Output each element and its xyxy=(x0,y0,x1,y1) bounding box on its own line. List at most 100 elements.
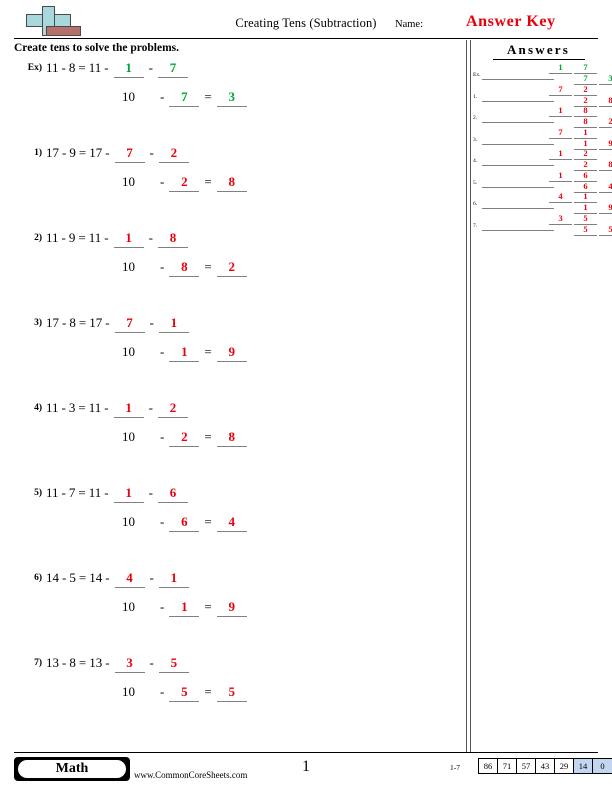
answer-write-line[interactable] xyxy=(482,165,554,166)
problem-equation-line-1: 11-3 = 11-1-2 xyxy=(46,400,190,418)
answer-blank-subtrahend2[interactable]: 1 xyxy=(169,344,200,362)
answer-blank-part2[interactable]: 1 xyxy=(158,315,189,333)
answer-blank-part1[interactable]: 1 xyxy=(113,230,144,248)
problem-item: 2) 11-9 = 11-1-8 10-8 = 2 xyxy=(0,228,460,313)
problem-equation-line-1: 11-7 = 11-1-6 xyxy=(46,485,190,503)
minuend: 11 xyxy=(46,485,59,500)
answers-heading-rule xyxy=(493,59,585,60)
minus-operator: - xyxy=(62,655,67,670)
minuend: 11 xyxy=(46,60,59,75)
ten-value: 10 xyxy=(122,174,135,189)
answer-blank-result[interactable]: 9 xyxy=(216,344,247,362)
answer-blank-part2[interactable]: 1 xyxy=(158,570,189,588)
answer-blank-part2[interactable]: 2 xyxy=(158,145,189,163)
restated-minuend: 11 xyxy=(88,60,102,75)
minuend: 13 xyxy=(46,655,59,670)
answer-blank-result[interactable]: 8 xyxy=(216,429,247,447)
equals-operator: = xyxy=(78,230,86,245)
minus-operator: - xyxy=(160,684,165,699)
answer-row-label: Ex. xyxy=(473,72,481,78)
answer-row-label: 7. xyxy=(473,222,478,229)
problem-number: 3) xyxy=(34,318,42,328)
minus-operator: - xyxy=(105,315,110,330)
answer-write-line[interactable] xyxy=(482,100,554,102)
answer-write-line[interactable] xyxy=(482,143,554,145)
ten-value: 10 xyxy=(122,259,135,274)
grading-scale: 86 71 57 43 29 14 0 xyxy=(478,758,612,774)
answer-blank-result[interactable]: 9 xyxy=(216,599,247,617)
answer-row-label: 1. xyxy=(473,93,478,100)
answer-write-line[interactable] xyxy=(482,79,554,80)
answer-blank-result[interactable]: 4 xyxy=(216,514,247,532)
answer-blank-part1[interactable]: 4 xyxy=(114,570,145,588)
problem-number: 2) xyxy=(34,233,42,243)
answer-blank-subtrahend2[interactable]: 2 xyxy=(169,174,200,192)
minus-operator: - xyxy=(61,60,66,75)
answer-write-line[interactable] xyxy=(482,229,554,231)
answer-blank-subtrahend2[interactable]: 8 xyxy=(169,259,200,277)
answer-blank-result[interactable]: 3 xyxy=(216,89,247,107)
problem-equation-line-1: 11-9 = 11-1-8 xyxy=(46,230,190,248)
answer-value-result: 3 xyxy=(599,73,612,85)
answer-blank-part1[interactable]: 1 xyxy=(113,400,144,418)
problem-number: 1) xyxy=(34,148,42,158)
answer-row-label: 4. xyxy=(473,158,478,164)
ten-value: 10 xyxy=(122,514,135,529)
answer-blank-part2[interactable]: 7 xyxy=(157,60,188,78)
answer-blank-part1[interactable]: 1 xyxy=(113,485,144,503)
minus-operator: - xyxy=(105,570,110,585)
answer-write-line[interactable] xyxy=(482,208,554,209)
equals-operator: = xyxy=(78,400,86,415)
grading-scale-cell: 0 xyxy=(593,759,612,773)
problem-item: 7) 13-8 = 13-3-5 10-5 = 5 xyxy=(0,653,460,738)
problem-number: 7) xyxy=(34,658,42,668)
answer-value-part1: 3 xyxy=(549,213,572,225)
answer-blank-part2[interactable]: 8 xyxy=(157,230,188,248)
equals-operator: = xyxy=(204,344,212,359)
answer-blank-subtrahend2[interactable]: 7 xyxy=(169,89,200,107)
answer-value-part1: 1 xyxy=(549,105,572,117)
answer-blank-subtrahend2[interactable]: 6 xyxy=(169,514,200,532)
minus-operator: - xyxy=(160,174,165,189)
equals-operator: = xyxy=(204,684,212,699)
equals-operator: = xyxy=(78,315,87,330)
equals-operator: = xyxy=(78,570,87,585)
answer-write-line[interactable] xyxy=(482,186,554,188)
equals-operator: = xyxy=(204,429,212,444)
answer-blank-part1[interactable]: 3 xyxy=(114,655,145,673)
grading-scale-cell: 57 xyxy=(517,759,536,773)
answer-value-part1: 7 xyxy=(549,84,572,96)
answer-blank-part2[interactable]: 6 xyxy=(157,485,188,503)
minus-operator: - xyxy=(148,400,153,415)
minuend: 11 xyxy=(46,230,59,245)
answer-blank-subtrahend2[interactable]: 2 xyxy=(169,429,200,447)
equals-operator: = xyxy=(78,655,87,670)
answer-blank-result[interactable]: 2 xyxy=(216,259,247,277)
answer-blank-part1[interactable]: 1 xyxy=(113,60,144,78)
answer-blank-part1[interactable]: 7 xyxy=(114,145,145,163)
answer-row-label: 3. xyxy=(473,136,478,143)
equals-operator: = xyxy=(204,174,212,189)
answer-row: 7. 3 5 5 5 xyxy=(471,213,612,238)
answer-blank-subtrahend2[interactable]: 5 xyxy=(169,684,200,702)
answer-write-line[interactable] xyxy=(482,122,554,123)
restated-minuend: 11 xyxy=(88,485,102,500)
restated-minuend: 13 xyxy=(89,655,103,670)
answer-value-result: 5 xyxy=(599,224,612,236)
answer-blank-result[interactable]: 8 xyxy=(216,174,247,192)
answer-value-part1: 4 xyxy=(549,191,572,203)
minus-operator: - xyxy=(148,60,153,75)
minus-operator: - xyxy=(149,655,154,670)
answer-blank-part2[interactable]: 2 xyxy=(157,400,188,418)
problem-equation-line-1: 17-8 = 17-7-1 xyxy=(46,315,191,333)
restated-minuend: 17 xyxy=(89,145,103,160)
answer-blank-part1[interactable]: 7 xyxy=(114,315,145,333)
answer-blank-result[interactable]: 5 xyxy=(216,684,247,702)
ten-value: 10 xyxy=(122,89,135,104)
answer-blank-subtrahend2[interactable]: 1 xyxy=(169,599,200,617)
answer-blank-part2[interactable]: 5 xyxy=(158,655,189,673)
answer-key-badge: Answer Key xyxy=(466,13,556,30)
footer-divider-rule xyxy=(14,752,598,753)
problem-item: 1) 17-9 = 17-7-2 10-2 = 8 xyxy=(0,143,460,228)
minus-operator: - xyxy=(62,145,67,160)
